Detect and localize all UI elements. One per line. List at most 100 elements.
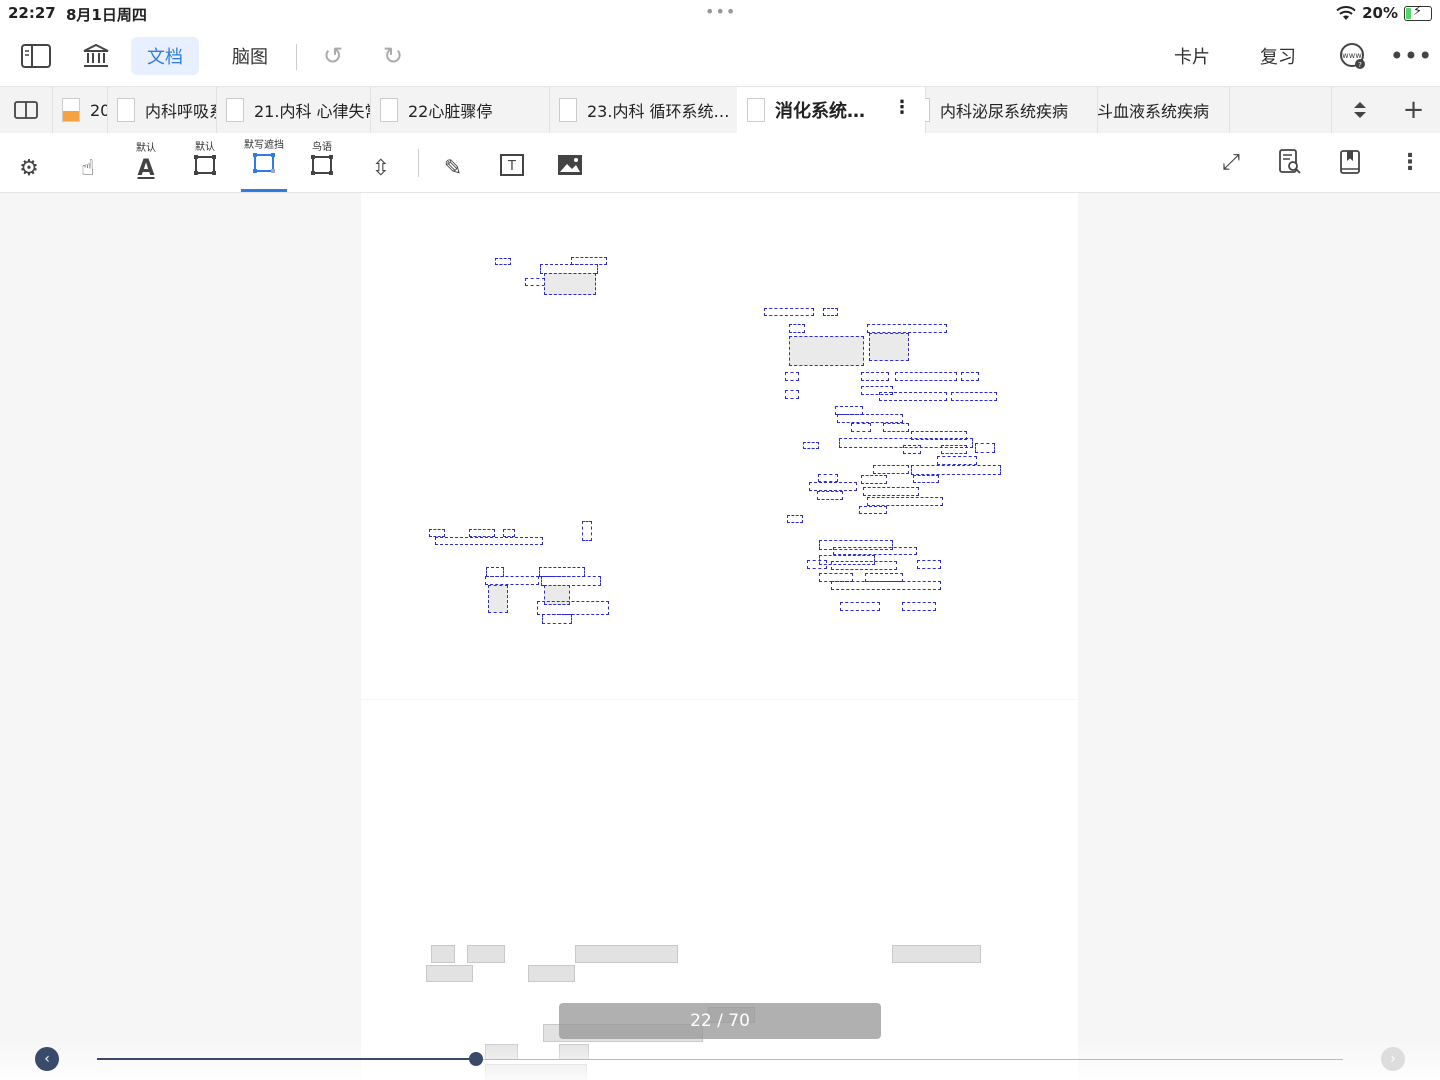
occlusion-mask[interactable] (859, 506, 887, 514)
occlusion-mask[interactable] (785, 372, 799, 381)
occlusion-mask[interactable] (525, 278, 545, 286)
tab-item-3[interactable]: 22心脏骤停 (370, 87, 550, 133)
occlusion-mask[interactable] (861, 372, 889, 381)
occlusion-mask[interactable] (873, 465, 909, 474)
occlusion-mask[interactable] (941, 445, 967, 454)
image-icon[interactable] (547, 133, 593, 192)
pen-icon[interactable]: ✎ (430, 133, 476, 192)
occlusion-mask[interactable] (503, 529, 515, 537)
page-slider-handle[interactable] (469, 1052, 484, 1066)
search-document-icon[interactable] (1270, 141, 1310, 183)
text-highlight-tool[interactable]: 默认 A (123, 133, 169, 192)
previous-page-icon[interactable]: ‹ (35, 1047, 59, 1071)
occlusion-mask[interactable] (818, 474, 838, 482)
toolbar-divider (296, 44, 297, 70)
occlusion-mask[interactable] (833, 547, 917, 555)
occlusion-mask[interactable] (975, 443, 995, 453)
occlusion-mask[interactable] (488, 585, 508, 613)
bird-language-tool[interactable]: 鸟语 (299, 133, 345, 192)
occlusion-mask[interactable] (961, 372, 979, 381)
occlusion-mask[interactable] (902, 602, 936, 611)
occlusion-mask[interactable] (867, 497, 943, 506)
occlusion-mask[interactable] (429, 529, 445, 537)
occlusion-mask[interactable] (903, 445, 921, 454)
text-highlight-label: 默认 (136, 142, 156, 154)
occlusion-mask[interactable] (837, 414, 903, 423)
tab-item-4[interactable]: 23.内科 循环系统… (549, 87, 738, 133)
occlusion-mask[interactable] (542, 614, 572, 624)
next-page-icon[interactable]: › (1381, 1047, 1405, 1071)
tab-item-0[interactable]: 20 (52, 87, 108, 133)
occlusion-mask[interactable] (435, 537, 543, 545)
bookmark-book-icon[interactable] (1330, 141, 1370, 183)
occlusion-mask[interactable] (869, 333, 909, 361)
occlusion-mask[interactable] (785, 390, 799, 399)
occlusion-tool[interactable]: 默写遮挡 (241, 133, 287, 192)
occlusion-mask[interactable] (840, 602, 880, 611)
text-style-icon: A (137, 155, 155, 181)
tab-document[interactable]: 文档 (131, 37, 199, 75)
tab-more-icon[interactable]: ⋮ (893, 97, 911, 118)
more-vertical-icon[interactable]: ⋮ (1390, 141, 1430, 183)
occlusion-mask[interactable] (817, 491, 843, 500)
hand-tool-icon[interactable]: ☝ (65, 133, 111, 192)
document-page[interactable] (361, 193, 1078, 699)
tab-item-5-active[interactable]: 消化系统… ⋮ (737, 87, 926, 133)
occlusion-mask[interactable] (485, 576, 539, 585)
redo-icon[interactable]: ↻ (380, 38, 406, 74)
occlusion-mask[interactable] (861, 475, 887, 484)
occlusion-mask[interactable] (883, 423, 909, 432)
reorder-tabs-icon[interactable] (1331, 87, 1388, 133)
text-box-icon[interactable]: T (489, 133, 535, 192)
occlusion-mask[interactable] (582, 521, 592, 541)
occlusion-mask[interactable] (787, 515, 803, 523)
occlusion-mask[interactable] (764, 308, 814, 316)
occlusion-mask[interactable] (917, 560, 941, 569)
fullscreen-icon[interactable]: ⤢ (1211, 141, 1251, 183)
occlusion-mask[interactable] (879, 392, 947, 401)
occlusion-mask[interactable] (831, 561, 897, 570)
multitask-dots-icon[interactable]: ••• (705, 2, 736, 21)
resize-area-icon[interactable]: ⇳ (358, 133, 404, 192)
tab-item-7[interactable]: 斗血液系统疾病 (1097, 87, 1230, 133)
library-icon[interactable] (80, 38, 112, 74)
occlusion-mask[interactable] (809, 482, 857, 491)
sync-settings-icon[interactable]: ⚙ (6, 133, 52, 192)
occlusion-mask[interactable] (831, 581, 941, 590)
occlusion-mask[interactable] (863, 487, 919, 496)
occlusion-mask[interactable] (789, 324, 805, 333)
rect-tool[interactable]: 默认 (182, 133, 228, 192)
tab-item-1[interactable]: 内科呼吸系 (107, 87, 217, 133)
occlusion-mask[interactable] (803, 442, 819, 449)
occlusion-mask[interactable] (537, 601, 609, 615)
occlusion-mask[interactable] (851, 423, 871, 432)
occlusion-mask[interactable] (469, 529, 495, 537)
occlusion-mask[interactable] (913, 475, 939, 483)
occlusion-mask[interactable] (937, 456, 977, 465)
document-thumbnail-icon (925, 98, 930, 122)
occlusion-mask[interactable] (495, 258, 511, 265)
undo-icon[interactable]: ↺ (320, 38, 346, 74)
web-search-icon[interactable]: www? (1338, 38, 1368, 74)
occlusion-mask[interactable] (807, 560, 827, 569)
occlusion-mask[interactable] (951, 392, 997, 401)
review-button[interactable]: 复习 (1260, 38, 1296, 74)
occlusion-mask[interactable] (823, 308, 838, 316)
annotation-toolbar-divider (418, 149, 419, 177)
occlusion-mask[interactable] (544, 273, 596, 295)
cards-button[interactable]: 卡片 (1174, 38, 1210, 74)
add-tab-icon[interactable]: + (1387, 87, 1440, 133)
split-view-icon[interactable] (0, 87, 53, 133)
occlusion-mask[interactable] (911, 431, 967, 440)
document-thumbnail-icon (62, 98, 80, 122)
occlusion-mask[interactable] (911, 465, 1001, 475)
top-toolbar: 文档 脑图 ↺ ↻ 卡片 复习 www? ••• (0, 26, 1440, 87)
tab-item-2[interactable]: 21.内科 心律失常 (216, 87, 371, 133)
tab-item-6[interactable]: 内科泌尿系统疾病 (925, 87, 1098, 133)
occlusion-mask[interactable] (867, 324, 947, 333)
occlusion-mask[interactable] (895, 372, 957, 381)
sidebar-toggle-icon[interactable] (18, 38, 54, 74)
occlusion-mask[interactable] (789, 336, 864, 366)
more-icon[interactable]: ••• (1390, 38, 1432, 74)
tab-mindmap[interactable]: 脑图 (216, 37, 284, 75)
